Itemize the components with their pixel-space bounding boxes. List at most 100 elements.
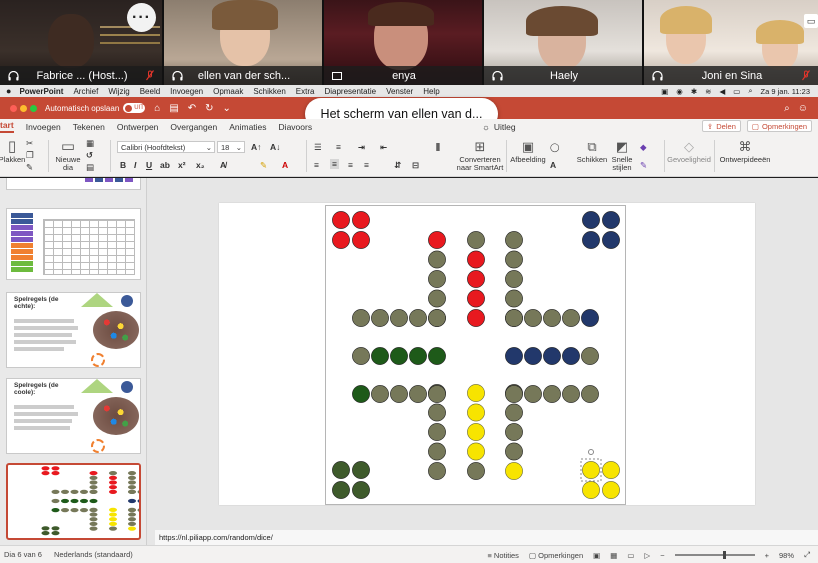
board-piece-gray[interactable] [505, 250, 523, 269]
font-name-select[interactable]: Calibri (Hoofdtekst) ⌄ [117, 141, 215, 153]
notes-pane[interactable]: https://nl.piliapp.com/random/dice/ [155, 530, 818, 545]
superscript-button[interactable]: x² [178, 160, 186, 170]
autosave-control[interactable]: Automatisch opslaan UIT [45, 103, 146, 113]
board-piece-gray[interactable] [428, 423, 446, 441]
zoom-in-icon[interactable]: + [765, 551, 769, 560]
menu-extra[interactable]: Extra [296, 87, 315, 96]
board-piece-red[interactable] [332, 211, 350, 229]
board-piece-yellow[interactable] [467, 442, 485, 461]
board-piece-gray[interactable] [409, 309, 427, 327]
highlight-icon[interactable]: ✎ [260, 160, 267, 171]
menu-diapresentatie[interactable]: Diapresentatie [324, 87, 376, 96]
board-piece-gray[interactable] [428, 309, 446, 327]
tab-animaties[interactable]: Animaties [229, 122, 266, 132]
board-piece-gray[interactable] [428, 250, 446, 269]
menu-opmaak[interactable]: Opmaak [213, 87, 243, 96]
clear-formatting-icon[interactable]: A̸ [220, 160, 226, 170]
bluetooth-icon[interactable]: ✱ [691, 87, 697, 96]
language-indicator[interactable]: Nederlands (standaard) [54, 550, 133, 559]
search-icon[interactable]: ⌕ [784, 103, 790, 114]
board-piece-gray[interactable] [581, 347, 599, 365]
board-piece-red[interactable] [352, 231, 370, 249]
volume-icon[interactable]: ◀ [719, 87, 725, 96]
format-painter-icon[interactable]: ✎ [26, 162, 33, 173]
board-piece-gray[interactable] [390, 309, 408, 327]
datetime[interactable]: Za 9 jan. 11:23 [761, 87, 810, 96]
board-piece-gray[interactable] [562, 309, 580, 327]
board-piece-green[interactable] [409, 347, 427, 365]
subscript-button[interactable]: x₂ [196, 160, 205, 170]
font-size-select[interactable]: 18 ⌄ [217, 141, 245, 153]
board-piece-blue[interactable] [582, 211, 600, 229]
board-piece-gray[interactable] [505, 423, 523, 441]
strikethrough-button[interactable]: ab [160, 160, 170, 170]
board-piece-red[interactable] [467, 270, 485, 288]
board-piece-gray[interactable] [581, 385, 599, 403]
slide-thumbnail[interactable] [6, 178, 141, 190]
layout-icon[interactable]: ▦ [86, 138, 94, 149]
share-button[interactable]: ⇪ Delen [701, 120, 741, 132]
bold-button[interactable]: B [120, 160, 126, 170]
tab-tekenen[interactable]: Tekenen [73, 122, 105, 132]
paste-button[interactable]: ▯ Plakken [0, 138, 25, 164]
board-piece-blue[interactable] [581, 309, 599, 327]
board-piece-dark_green[interactable] [352, 461, 370, 479]
slide-thumbnail[interactable]: Spelregels (de coole): [6, 378, 141, 454]
board-piece-gray[interactable] [352, 347, 370, 365]
board-piece-gray[interactable] [524, 385, 542, 403]
tab-start[interactable]: tart [0, 120, 14, 133]
convert-smartart-button[interactable]: ⊞ Converteren naar SmartArt [452, 138, 508, 172]
tab-overgangen[interactable]: Overgangen [170, 122, 217, 132]
autosave-toggle[interactable]: UIT [123, 103, 146, 113]
new-slide-button[interactable]: ▭ Nieuwe dia [54, 138, 82, 172]
slide-thumbnail-selected[interactable] [6, 463, 141, 540]
quick-styles-button[interactable]: ◩ Snelle stijlen [608, 138, 636, 172]
normal-view-icon[interactable]: ▣ [593, 551, 600, 560]
more-options-button[interactable]: ··· [127, 3, 156, 32]
board-piece-green[interactable] [428, 347, 446, 365]
board-piece-blue[interactable] [505, 347, 523, 365]
menu-schikken[interactable]: Schikken [253, 87, 285, 96]
shape-fill-icon[interactable]: ◆ [640, 142, 647, 153]
cut-icon[interactable]: ✂ [26, 138, 33, 149]
picture-button[interactable]: ▣ Afbeelding [510, 138, 546, 164]
board-piece-gray[interactable] [505, 289, 523, 308]
comments-button[interactable]: ▢ Opmerkingen [746, 120, 812, 132]
board-piece-gray[interactable] [505, 385, 523, 403]
menu-venster[interactable]: Venster [386, 87, 413, 96]
board-piece-gray[interactable] [543, 309, 561, 327]
board-piece-dark_green[interactable] [352, 481, 370, 499]
board-piece-gray[interactable] [467, 462, 485, 480]
menu-wijzig[interactable]: Wijzig [108, 87, 129, 96]
board-piece-gray[interactable] [467, 231, 485, 249]
video-tile-joni-sina[interactable]: ▭ Joni en Sina [644, 0, 818, 85]
notes-toggle[interactable]: ≡ Notities [487, 551, 518, 560]
sorter-view-icon[interactable]: ▦ [610, 551, 617, 560]
arrange-button[interactable]: ⧉ Schikken [576, 138, 608, 164]
align-right-icon[interactable]: ≡ [348, 160, 353, 170]
rotate-handle-icon[interactable] [588, 449, 594, 455]
text-direction-icon[interactable]: ⇵ [394, 160, 401, 171]
ludo-board[interactable] [325, 205, 626, 505]
board-piece-blue[interactable] [524, 347, 542, 365]
menu-beeld[interactable]: Beeld [140, 87, 160, 96]
board-piece-blue[interactable] [543, 347, 561, 365]
board-piece-red[interactable] [352, 211, 370, 229]
apple-icon[interactable]: ● [6, 86, 11, 96]
board-piece-gray[interactable] [505, 403, 523, 422]
board-piece-gray[interactable] [371, 385, 389, 403]
board-piece-gray[interactable] [505, 270, 523, 288]
designer-button[interactable]: ⌘ Ontwerpideeën [720, 138, 771, 164]
video-tile-enya[interactable]: enya [324, 0, 482, 85]
outdent-icon[interactable]: ⇤ [380, 142, 387, 153]
tab-diavoorstelling[interactable]: Diavoors [279, 122, 313, 132]
font-color-icon[interactable]: A [282, 160, 288, 170]
slide-canvas[interactable] [219, 203, 755, 505]
board-piece-green[interactable] [371, 347, 389, 365]
board-piece-green[interactable] [352, 385, 370, 403]
board-piece-gray[interactable] [352, 309, 370, 327]
board-piece-gray[interactable] [428, 289, 446, 308]
board-piece-gray[interactable] [562, 385, 580, 403]
undo-icon[interactable]: ↶ [188, 103, 196, 114]
board-piece-yellow[interactable] [505, 462, 523, 480]
